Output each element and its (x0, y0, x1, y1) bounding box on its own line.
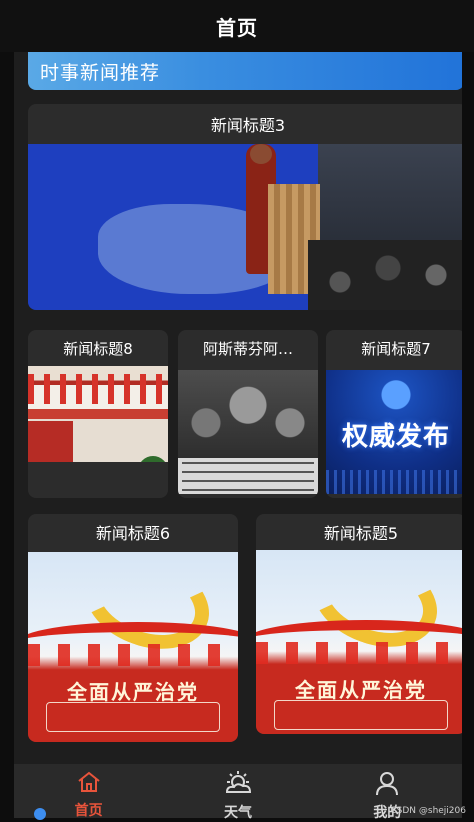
user-icon (374, 770, 400, 800)
news-card[interactable]: 新闻标题6 全面从严治党 (28, 514, 238, 742)
news-card-title: 新闻标题7 (361, 339, 431, 358)
watermark: CSDN @sheji206 (390, 806, 466, 816)
news-card-title: 新闻标题6 (95, 524, 171, 543)
news-thumbnail[interactable]: 权威发布 (326, 370, 462, 494)
banner-text: 时事新闻推荐 (40, 61, 161, 84)
weather-icon (221, 770, 255, 800)
news-card-title: 新闻标题5 (323, 524, 399, 543)
poster-text: 权威发布 (341, 422, 450, 452)
news-thumbnail[interactable] (28, 366, 168, 462)
tab-weather[interactable]: 天气 (163, 764, 312, 821)
news-card-title: 新闻标题8 (63, 339, 133, 358)
main-content[interactable]: 时事新闻推荐 新闻标题3 新闻标题8 阿斯蒂芬阿… 新闻标题7 权威发布 新闻标… (14, 52, 462, 764)
news-card[interactable]: 新闻标题8 (28, 330, 168, 498)
poster-slogan: 全面从严治党 (67, 680, 199, 704)
news-card-title: 新闻标题3 (210, 116, 286, 135)
page-title: 首页 (216, 15, 258, 40)
news-card[interactable]: 新闻标题7 权威发布 (326, 330, 462, 498)
news-thumbnail[interactable]: 全面从严治党 (28, 552, 238, 742)
news-banner[interactable]: 时事新闻推荐 (28, 52, 462, 90)
indicator-dot (34, 808, 46, 820)
news-card[interactable]: 阿斯蒂芬阿… (178, 330, 318, 498)
news-card[interactable]: 新闻标题3 (28, 104, 462, 310)
news-card[interactable]: 新闻标题5 全面从严治党 (256, 514, 462, 734)
news-card-title: 阿斯蒂芬阿… (202, 339, 293, 358)
tab-label: 首页 (74, 803, 103, 819)
news-thumbnail[interactable] (28, 144, 462, 310)
app-header: 首页 (0, 0, 474, 52)
news-thumbnail[interactable]: 全面从严治党 (256, 550, 462, 734)
news-thumbnail[interactable] (178, 370, 318, 494)
tab-label: 天气 (223, 805, 252, 821)
home-icon (76, 770, 102, 798)
poster-slogan: 全面从严治党 (295, 678, 427, 702)
